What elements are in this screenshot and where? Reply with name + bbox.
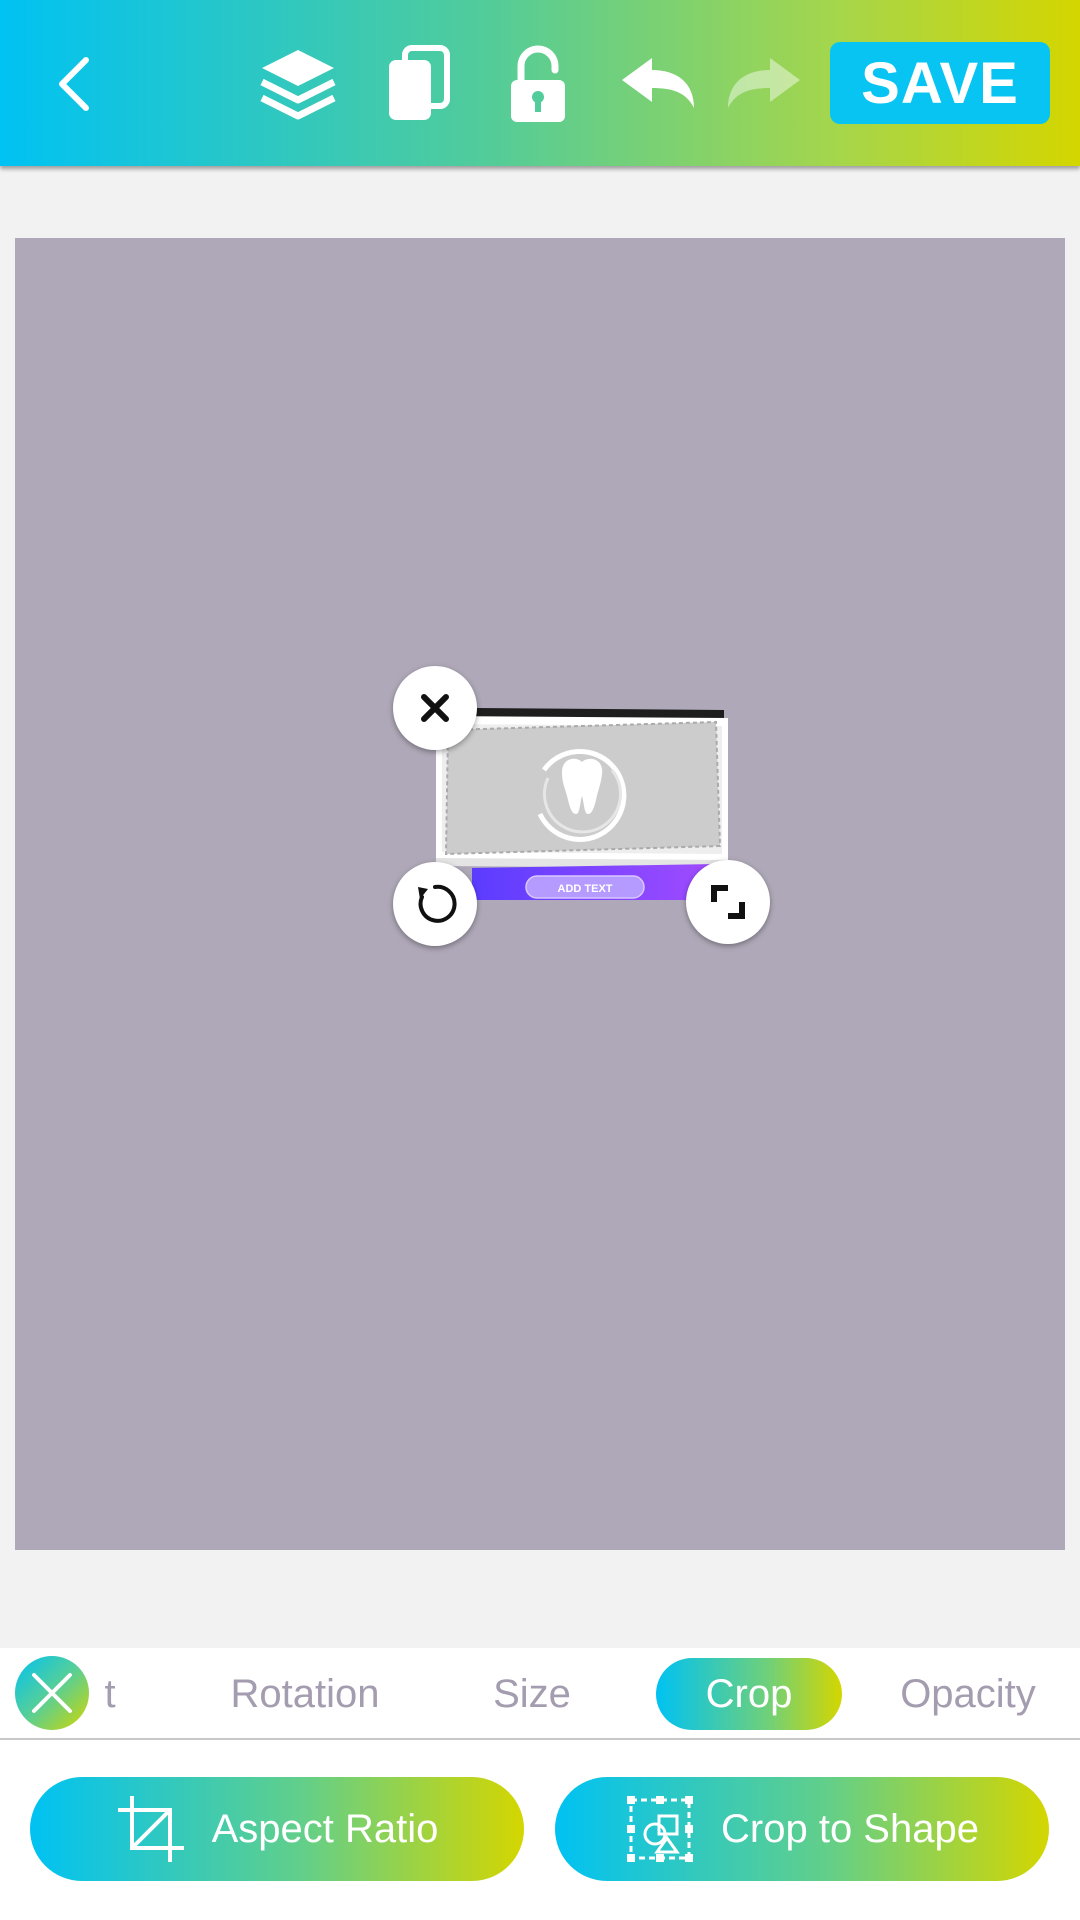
duplicate-icon [389,45,450,120]
close-icon [421,694,449,722]
rotate-handle[interactable] [393,862,477,946]
tab-partial[interactable]: t [100,1658,120,1730]
redo-icon [728,58,800,108]
add-text-label[interactable]: ADD TEXT [558,883,613,895]
crop-to-shape-label: Crop to Shape [721,1806,979,1851]
crop-to-shape-button[interactable]: Crop to Shape [555,1777,1049,1881]
top-toolbar: SAVE [0,0,1080,166]
layers-icon [260,50,336,120]
back-button[interactable] [28,36,124,132]
aspect-ratio-label: Aspect Ratio [211,1806,439,1851]
sticker-graphic: ADD TEXT [436,708,728,900]
aspect-ratio-button[interactable]: Aspect Ratio [30,1777,524,1881]
resize-handle[interactable] [686,860,770,944]
save-button[interactable]: SAVE [830,42,1050,124]
chevron-left-icon [59,57,89,111]
tab-size[interactable]: Size [470,1658,594,1730]
close-tabs-button[interactable] [15,1656,89,1730]
close-icon [32,1673,72,1713]
delete-handle[interactable] [393,666,477,750]
duplicate-button[interactable] [370,36,466,132]
redo-button[interactable] [716,36,812,132]
layers-button[interactable] [250,36,346,132]
unlocked-padlock-icon [511,45,565,122]
tab-rotation[interactable]: Rotation [205,1658,405,1730]
crop-icon [116,1794,186,1864]
tab-opacity[interactable]: Opacity [880,1658,1056,1730]
shape-crop-icon [625,1794,695,1864]
undo-button[interactable] [610,36,706,132]
rotate-icon [418,884,457,923]
tab-crop[interactable]: Crop [656,1658,842,1730]
resize-icon [711,885,745,919]
undo-icon [622,58,694,108]
lock-button[interactable] [490,36,586,132]
selected-sticker[interactable]: ADD TEXT [436,708,728,900]
